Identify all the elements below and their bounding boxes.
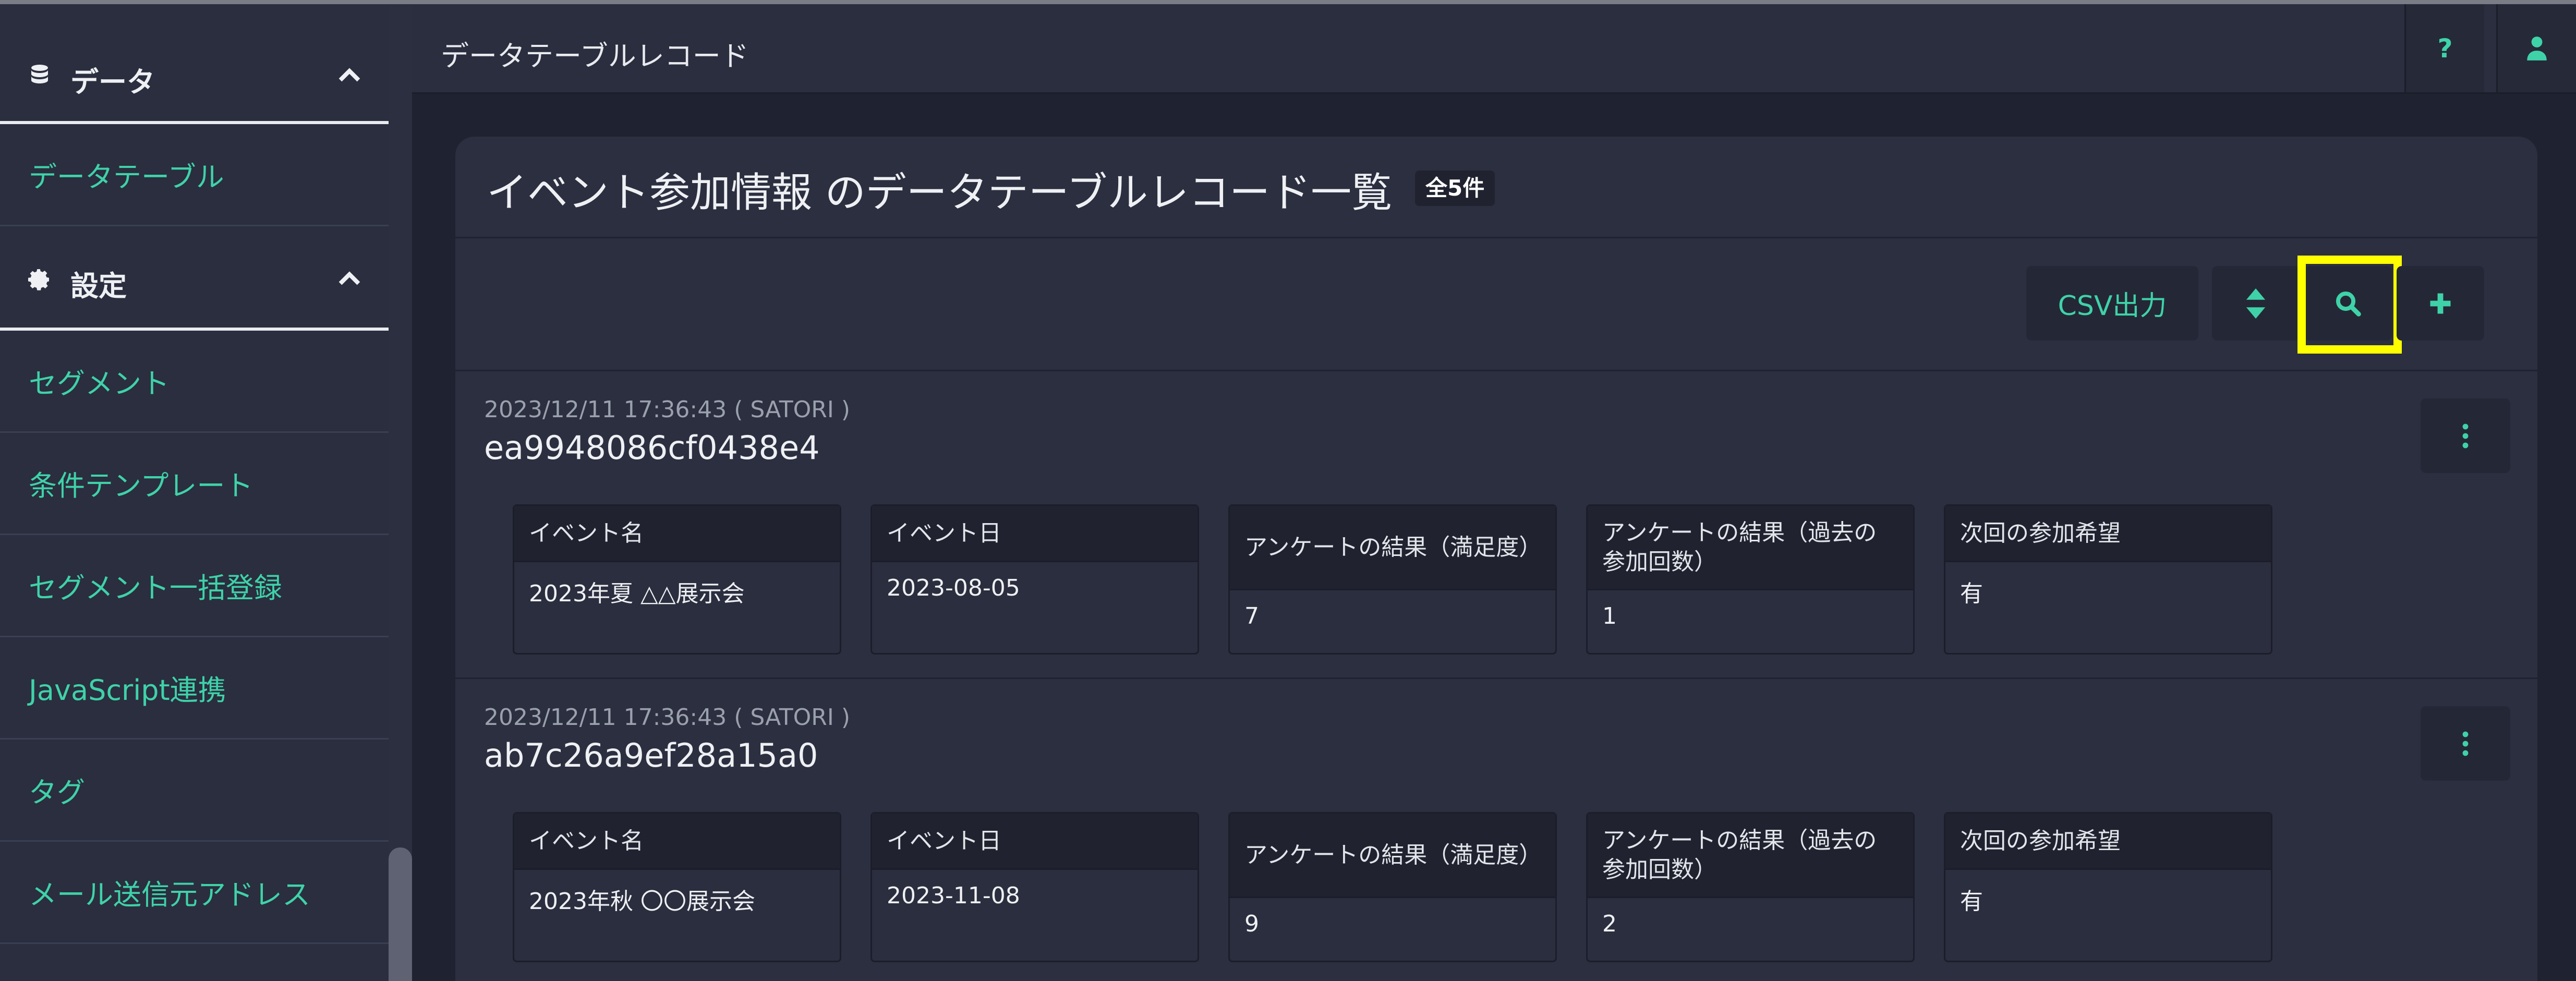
sidebar-item-javascript[interactable]: JavaScript連携 [0,637,389,740]
record-item: 2023/12/11 17:36:43 ( SATORI ) ab7c26a9e… [455,679,2537,981]
sidebar-item-label: データテーブル [29,161,224,193]
field-value: 有 [1960,888,1983,915]
sidebar-section-settings[interactable]: 設定 [0,226,389,331]
gear-icon [28,269,49,290]
field-cell: アンケートの結果（満足度） 7 [1228,504,1557,655]
field-value: 2023-08-05 [887,575,1020,601]
sidebar-section-data[interactable]: データ [0,4,389,124]
sidebar-item-mail-sender[interactable]: メール送信元アドレス [0,842,389,944]
sidebar-section-label: データ [70,66,155,99]
field-value: 有 [1960,580,1983,607]
record-item: 2023/12/11 17:36:43 ( SATORI ) ea9948086… [455,371,2537,679]
record-id: ea9948086cf0438e4 [484,429,820,467]
sidebar-item-label: メール送信元アドレス [29,878,310,911]
chevron-up-icon [338,271,360,285]
field-value: 7 [1244,603,1259,629]
user-menu-button[interactable] [2496,4,2576,92]
field-label: イベント名 [514,506,840,562]
field-cell: 次回の参加希望 有 [1944,812,2272,962]
help-icon: ? [2437,33,2453,64]
card-title: イベント参加情報 のデータテーブルレコード一覧 [487,169,1393,216]
user-icon [2527,36,2547,60]
field-cell: アンケートの結果（過去の参加回数） 2 [1586,812,1915,962]
search-button-highlight [2297,256,2402,354]
sidebar-scrollbar-thumb[interactable] [389,847,412,981]
field-label: アンケートの結果（過去の参加回数） [1588,814,1913,898]
field-label: アンケートの結果（満足度） [1230,814,1555,898]
add-record-button[interactable] [2397,266,2484,341]
record-count-badge: 全5件 [1415,171,1495,206]
sidebar-item-condition-template[interactable]: 条件テンプレート [0,433,389,535]
record-menu-button[interactable] [2421,398,2510,473]
sidebar-item-label: セグメント [29,367,170,400]
help-button[interactable]: ? [2404,4,2484,92]
field-cell: イベント日 2023-11-08 [870,812,1199,962]
sidebar-item-label: JavaScript連携 [29,674,226,707]
sort-icon [2246,288,2266,319]
records-card: イベント参加情報 のデータテーブルレコード一覧 全5件 CSV出力 2023/1… [455,137,2537,981]
sidebar-item-data-table[interactable]: データテーブル [0,124,389,226]
sidebar-scrollbar[interactable] [389,4,412,981]
field-value: 2023-11-08 [887,882,1020,909]
sidebar-item-label: セグメント一括登録 [29,572,282,604]
field-value: 2 [1602,911,1617,937]
field-label: 次回の参加希望 [1945,814,2271,870]
sidebar-item-segment-bulk[interactable]: セグメント一括登録 [0,535,389,637]
sidebar-section-label: 設定 [70,270,127,302]
field-cell: 次回の参加希望 有 [1944,504,2272,655]
records-toolbar: CSV出力 [455,238,2537,371]
field-cell: イベント名 2023年夏 △△展示会 [513,504,841,655]
sort-button[interactable] [2212,266,2300,341]
record-meta: 2023/12/11 17:36:43 ( SATORI ) [484,704,850,731]
field-label: イベント名 [514,814,840,870]
sidebar: データ データテーブル 設定 セグメント 条件テンプレート セグメント一括登録 … [0,4,389,981]
page-title: データテーブルレコード [441,40,749,72]
field-value: 9 [1244,911,1259,937]
field-label: イベント日 [872,814,1198,870]
field-value: 2023年夏 △△展示会 [529,580,745,607]
field-label: アンケートの結果（過去の参加回数） [1588,506,1913,590]
field-label: アンケートの結果（満足度） [1230,506,1555,590]
field-value: 1 [1602,603,1617,629]
field-value: 2023年秋 〇〇展示会 [529,888,755,915]
sidebar-item-label: 条件テンプレート [29,469,253,502]
record-meta: 2023/12/11 17:36:43 ( SATORI ) [484,396,850,423]
record-menu-button[interactable] [2421,706,2510,781]
sidebar-item-label: タグ [29,776,85,809]
csv-export-button[interactable]: CSV出力 [2026,266,2198,341]
field-cell: イベント日 2023-08-05 [870,504,1199,655]
plus-icon [2430,293,2451,313]
field-cell: イベント名 2023年秋 〇〇展示会 [513,812,841,962]
card-header: イベント参加情報 のデータテーブルレコード一覧 全5件 [455,137,2537,238]
field-label: イベント日 [872,506,1198,562]
top-bar: データテーブルレコード ? [412,4,2576,94]
kebab-menu-icon [2462,731,2469,756]
database-icon [31,65,48,83]
field-cell: アンケートの結果（過去の参加回数） 1 [1586,504,1915,655]
window-top-border [0,0,2576,4]
kebab-menu-icon [2462,423,2469,448]
sidebar-item-tag[interactable]: タグ [0,740,389,842]
field-label: 次回の参加希望 [1945,506,2271,562]
chevron-up-icon [338,68,360,82]
field-cell: アンケートの結果（満足度） 9 [1228,812,1557,962]
record-id: ab7c26a9ef28a15a0 [484,736,818,774]
sidebar-item-segment[interactable]: セグメント [0,331,389,433]
